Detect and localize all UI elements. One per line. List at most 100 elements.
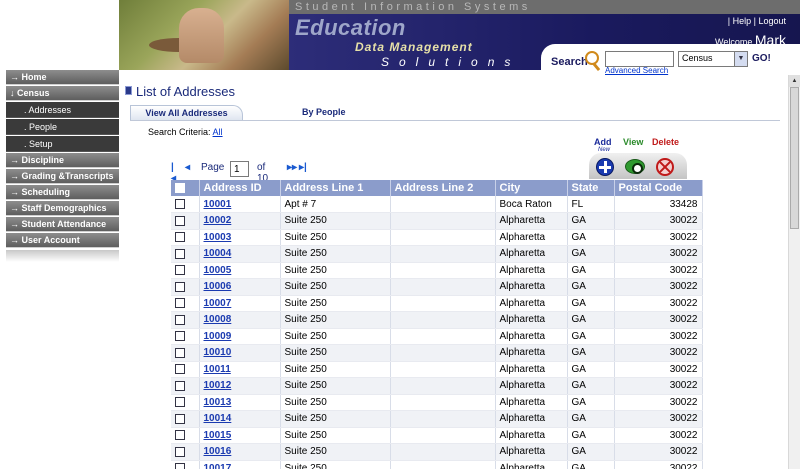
address-id-link[interactable]: 10011 bbox=[204, 364, 231, 375]
col-city[interactable]: City bbox=[495, 180, 568, 196]
delete-icon[interactable] bbox=[656, 158, 674, 176]
sidebar-subitem-addresses[interactable]: . Addresses bbox=[6, 102, 119, 118]
col-address-id[interactable]: Address ID bbox=[199, 180, 281, 196]
address-id-link[interactable]: 10008 bbox=[204, 314, 232, 325]
scrollbar[interactable]: ▲ bbox=[788, 75, 800, 469]
col-address-line-2[interactable]: Address Line 2 bbox=[390, 180, 496, 196]
table-row[interactable]: 10004 Suite 250 Alpharetta GA 30022 bbox=[171, 245, 703, 263]
cell-address-line-1: Suite 250 bbox=[280, 460, 391, 469]
select-all-checkbox[interactable] bbox=[175, 183, 185, 194]
cell-address-line-1: Suite 250 bbox=[280, 394, 391, 411]
row-select-cell bbox=[171, 344, 200, 362]
sidebar-item-user-account[interactable]: → User Account bbox=[6, 233, 119, 248]
row-checkbox[interactable] bbox=[175, 380, 185, 391]
address-id-link[interactable]: 10001 bbox=[204, 199, 232, 210]
table-row[interactable]: 10012 Suite 250 Alpharetta GA 30022 bbox=[171, 377, 703, 395]
col-address-line-1[interactable]: Address Line 1 bbox=[280, 180, 391, 196]
table-row[interactable]: 10005 Suite 250 Alpharetta GA 30022 bbox=[171, 262, 703, 279]
row-checkbox[interactable] bbox=[175, 347, 185, 358]
address-id-link[interactable]: 10017 bbox=[204, 463, 232, 469]
view-eye-icon[interactable] bbox=[625, 159, 645, 174]
row-checkbox[interactable] bbox=[175, 314, 185, 325]
table-row[interactable]: 10010 Suite 250 Alpharetta GA 30022 bbox=[171, 344, 703, 362]
sidebar-subitem-setup[interactable]: . Setup bbox=[6, 136, 119, 152]
address-id-link[interactable]: 10013 bbox=[204, 397, 232, 408]
address-id-link[interactable]: 10009 bbox=[204, 331, 232, 342]
row-checkbox[interactable] bbox=[175, 364, 185, 375]
row-checkbox[interactable] bbox=[175, 281, 185, 292]
help-link[interactable]: Help bbox=[733, 16, 752, 26]
address-id-link[interactable]: 10012 bbox=[204, 380, 232, 391]
table-row[interactable]: 10008 Suite 250 Alpharetta GA 30022 bbox=[171, 311, 703, 329]
table-body: 10001 Apt # 7 Boca Raton FL 33428 10002 Suite … bbox=[171, 196, 703, 469]
cell-address-line-1: Suite 250 bbox=[280, 361, 391, 378]
logout-link[interactable]: Logout bbox=[758, 16, 786, 26]
sidebar-item-student-attendance[interactable]: → Student Attendance bbox=[6, 217, 119, 232]
table-row[interactable]: 10007 Suite 250 Alpharetta GA 30022 bbox=[171, 295, 703, 312]
sidebar-item-home[interactable]: → Home bbox=[6, 70, 119, 85]
table-row[interactable]: 10009 Suite 250 Alpharetta GA 30022 bbox=[171, 328, 703, 345]
col-state[interactable]: State bbox=[567, 180, 615, 196]
address-id-link[interactable]: 10004 bbox=[204, 248, 232, 259]
row-checkbox[interactable] bbox=[175, 446, 185, 457]
prev-page-icon[interactable]: ◂ bbox=[185, 162, 190, 173]
add-icon[interactable] bbox=[596, 158, 614, 176]
address-id-link[interactable]: 10015 bbox=[204, 430, 232, 441]
table-row[interactable]: 10015 Suite 250 Alpharetta GA 30022 bbox=[171, 427, 703, 444]
row-checkbox[interactable] bbox=[175, 298, 185, 309]
row-checkbox[interactable] bbox=[175, 265, 185, 276]
address-id-link[interactable]: 10014 bbox=[204, 413, 232, 424]
cell-state: GA bbox=[567, 262, 615, 279]
table-row[interactable]: 10006 Suite 250 Alpharetta GA 30022 bbox=[171, 278, 703, 296]
go-button[interactable]: GO! bbox=[752, 53, 771, 64]
table-row[interactable]: 10002 Suite 250 Alpharetta GA 30022 bbox=[171, 212, 703, 230]
sidebar-subitem-people[interactable]: . People bbox=[6, 119, 119, 135]
address-id-link[interactable]: 10016 bbox=[204, 446, 232, 457]
search-scope-select[interactable]: Census ▼ bbox=[678, 51, 748, 67]
sidebar-item-census[interactable]: ↓ Census bbox=[6, 86, 119, 101]
search-icon[interactable] bbox=[585, 51, 599, 65]
row-checkbox[interactable] bbox=[175, 413, 185, 424]
last-page-icon[interactable]: ▸| bbox=[299, 162, 307, 173]
row-checkbox[interactable] bbox=[175, 397, 185, 408]
header-photo bbox=[119, 0, 289, 70]
table-row[interactable]: 10016 Suite 250 Alpharetta GA 30022 bbox=[171, 443, 703, 461]
cell-postal-code: 30022 bbox=[614, 377, 703, 395]
table-row[interactable]: 10013 Suite 250 Alpharetta GA 30022 bbox=[171, 394, 703, 411]
row-checkbox[interactable] bbox=[175, 248, 185, 259]
criteria-all-link[interactable]: All bbox=[213, 127, 223, 137]
scroll-thumb[interactable] bbox=[790, 87, 799, 229]
row-checkbox[interactable] bbox=[175, 198, 185, 209]
tab-by-people[interactable]: By People bbox=[302, 107, 346, 117]
table-row[interactable]: 10017 Suite 250 Alpharetta GA 30022 bbox=[171, 460, 703, 469]
sidebar-item-scheduling[interactable]: → Scheduling bbox=[6, 185, 119, 200]
page-number-input[interactable] bbox=[230, 161, 249, 177]
cell-address-id: 10015 bbox=[199, 427, 281, 444]
address-id-link[interactable]: 10003 bbox=[204, 232, 232, 243]
sidebar-item-discipline[interactable]: → Discipline bbox=[6, 153, 119, 168]
advanced-search-link[interactable]: Advanced Search bbox=[605, 66, 668, 75]
row-checkbox[interactable] bbox=[175, 232, 185, 243]
address-id-link[interactable]: 10006 bbox=[204, 281, 232, 292]
sidebar-item-grading[interactable]: → Grading &Transcripts bbox=[6, 169, 119, 184]
table-row[interactable]: 10011 Suite 250 Alpharetta GA 30022 bbox=[171, 361, 703, 378]
address-id-link[interactable]: 10005 bbox=[204, 265, 232, 276]
sidebar-item-staff-demographics[interactable]: → Staff Demographics bbox=[6, 201, 119, 216]
table-row[interactable]: 10014 Suite 250 Alpharetta GA 30022 bbox=[171, 410, 703, 428]
row-checkbox[interactable] bbox=[175, 331, 185, 342]
row-checkbox[interactable] bbox=[175, 463, 185, 469]
scroll-up-icon[interactable]: ▲ bbox=[789, 75, 800, 87]
row-checkbox[interactable] bbox=[175, 215, 185, 226]
next-page-icon[interactable]: ▸▸ bbox=[287, 162, 297, 173]
chevron-down-icon[interactable]: ▼ bbox=[734, 52, 747, 66]
row-checkbox[interactable] bbox=[175, 430, 185, 441]
table-row[interactable]: 10003 Suite 250 Alpharetta GA 30022 bbox=[171, 229, 703, 246]
address-id-link[interactable]: 10002 bbox=[204, 215, 232, 226]
address-id-link[interactable]: 10010 bbox=[204, 347, 232, 358]
col-postal-code[interactable]: Postal Code bbox=[614, 180, 703, 196]
cell-address-line-2 bbox=[390, 460, 496, 469]
address-id-link[interactable]: 10007 bbox=[204, 298, 232, 309]
table-row[interactable]: 10001 Apt # 7 Boca Raton FL 33428 bbox=[171, 196, 703, 213]
search-input[interactable] bbox=[605, 51, 674, 67]
tab-view-all-addresses[interactable]: View All Addresses bbox=[130, 105, 243, 121]
